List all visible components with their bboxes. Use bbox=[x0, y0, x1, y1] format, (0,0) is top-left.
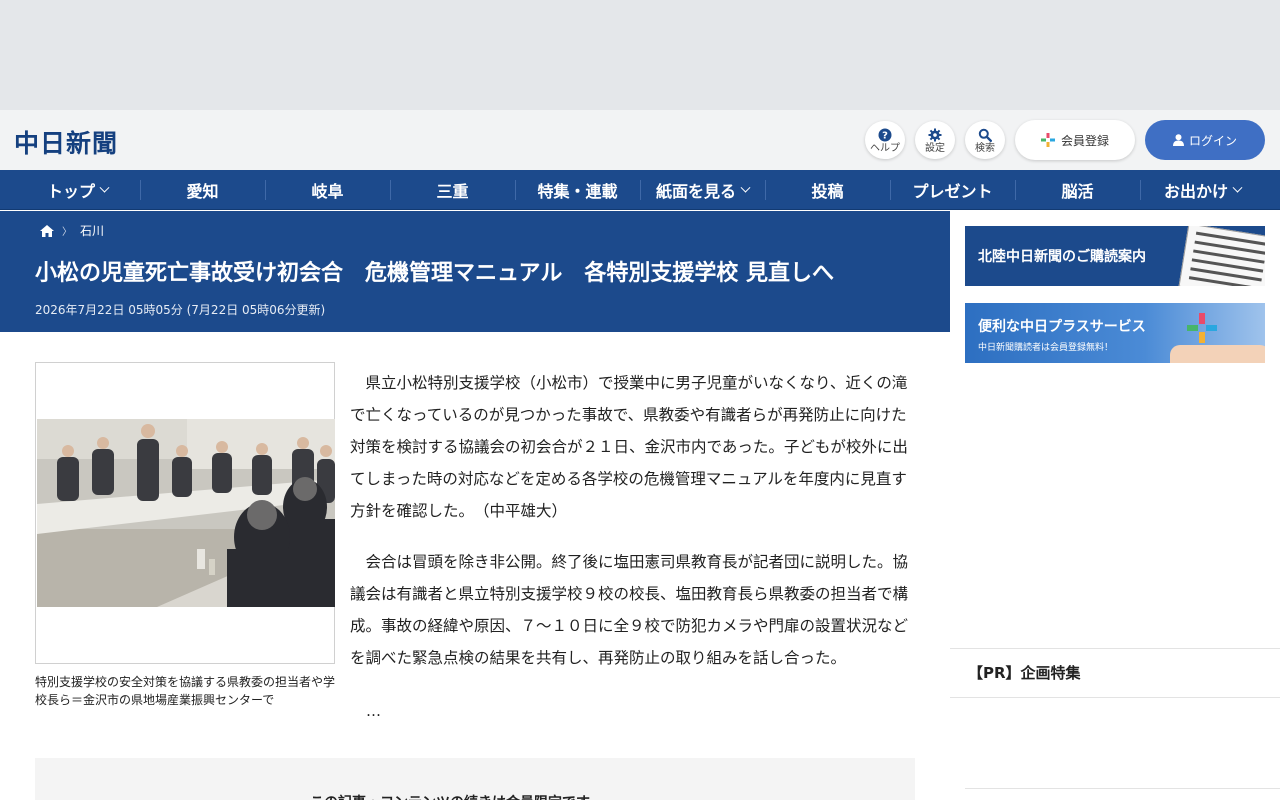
article-body: 県立小松特別支援学校（小松市）で授業中に男子児童がいなくなり、近くの滝で亡くなっ… bbox=[350, 367, 915, 693]
breadcrumb-separator: 〉 bbox=[62, 227, 72, 238]
help-button[interactable]: ? ヘルプ bbox=[865, 121, 905, 159]
article-paragraph: 会合は冒頭を除き非公開。終了後に塩田憲司県教育長が記者団に説明した。協議会は有識… bbox=[350, 553, 909, 667]
global-nav: トップ 愛知 岐阜 三重 特集・連載 紙面を見る 投稿 プレゼント 脳活 お出か… bbox=[0, 170, 1280, 210]
sidebar: 北陸中日新聞のご購読案内 便利な中日プラスサービス 中日新聞購読者は会員登録無料… bbox=[950, 211, 1280, 800]
breadcrumb: 〉 石川 bbox=[40, 222, 104, 239]
nav-item-label: 投稿 bbox=[811, 182, 844, 201]
subscription-banner-text: 北陸中日新聞のご購読案内 bbox=[978, 249, 1146, 265]
nav-item-gifu[interactable]: 岐阜 bbox=[265, 170, 390, 210]
nav-item-label: 特集・連載 bbox=[537, 182, 618, 201]
settings-label: 設定 bbox=[925, 143, 945, 154]
plus-logo-icon bbox=[1040, 133, 1055, 147]
article-title: 小松の児童死亡事故受け初会合 危機管理マニュアル 各特別支援学校 見直しへ bbox=[35, 261, 835, 286]
site-header: 中日新聞 ? ヘルプ 設定 検索 会員登録 ログイン bbox=[0, 110, 1280, 170]
paywall-box: この記事・コンテンツの続きは会員限定です。 bbox=[35, 758, 915, 800]
nav-item-label: 紙面を見る bbox=[655, 182, 736, 201]
article-ellipsis: … bbox=[366, 702, 381, 720]
register-button[interactable]: 会員登録 bbox=[1015, 120, 1135, 160]
home-icon[interactable] bbox=[40, 224, 54, 237]
help-icon: ? bbox=[878, 128, 892, 142]
hand-illustration bbox=[1170, 345, 1265, 363]
paywall-message: この記事・コンテンツの続きは会員限定です。 bbox=[310, 792, 603, 800]
plus-logo-icon bbox=[1187, 313, 1217, 343]
article-photo-frame[interactable] bbox=[35, 362, 335, 664]
nav-item-label: お出かけ bbox=[1163, 182, 1228, 201]
nav-item-aichi[interactable]: 愛知 bbox=[140, 170, 265, 210]
nav-item-label: プレゼント bbox=[912, 182, 993, 201]
nav-item-label: トップ bbox=[46, 182, 95, 201]
divider bbox=[965, 788, 1280, 789]
nav-item-label: 岐阜 bbox=[311, 182, 344, 201]
breadcrumb-current[interactable]: 石川 bbox=[80, 222, 104, 239]
article-photo bbox=[37, 419, 335, 607]
nav-item-present[interactable]: プレゼント bbox=[890, 170, 1015, 210]
site-logo[interactable]: 中日新聞 bbox=[14, 124, 118, 160]
gear-icon bbox=[928, 128, 942, 142]
nav-item-outing[interactable]: お出かけ bbox=[1140, 170, 1265, 210]
nav-item-submit[interactable]: 投稿 bbox=[765, 170, 890, 210]
help-label: ヘルプ bbox=[870, 143, 900, 154]
plus-service-banner[interactable]: 便利な中日プラスサービス 中日新聞購読者は会員登録無料！ bbox=[965, 303, 1265, 363]
chevron-down-icon bbox=[99, 182, 110, 193]
photo-caption: 特別支援学校の安全対策を協議する県教委の担当者や学校長ら＝金沢市の県地場産業振興… bbox=[35, 675, 336, 707]
chevron-down-icon bbox=[740, 182, 751, 193]
nav-item-mie[interactable]: 三重 bbox=[390, 170, 515, 210]
nav-item-label: 三重 bbox=[436, 182, 469, 201]
register-label: 会員登録 bbox=[1060, 133, 1109, 148]
chevron-down-icon bbox=[1232, 182, 1243, 193]
nav-item-label: 愛知 bbox=[186, 182, 219, 201]
search-icon bbox=[978, 128, 992, 142]
newspaper-icon bbox=[1178, 226, 1265, 286]
search-button[interactable]: 検索 bbox=[965, 121, 1005, 159]
subscription-banner[interactable]: 北陸中日新聞のご購読案内 bbox=[965, 226, 1265, 286]
plus-service-subtitle: 中日新聞購読者は会員登録無料！ bbox=[978, 343, 1114, 353]
pr-section-title: 【PR】企画特集 bbox=[968, 664, 1081, 682]
search-label: 検索 bbox=[975, 143, 995, 154]
pr-section: 【PR】企画特集 bbox=[950, 648, 1280, 698]
nav-item-features[interactable]: 特集・連載 bbox=[515, 170, 640, 210]
login-button[interactable]: ログイン bbox=[1145, 120, 1265, 160]
nav-item-brain[interactable]: 脳活 bbox=[1015, 170, 1140, 210]
svg-text:?: ? bbox=[882, 131, 888, 142]
nav-item-label: 脳活 bbox=[1061, 182, 1094, 201]
plus-service-title: 便利な中日プラスサービス bbox=[978, 319, 1146, 335]
settings-button[interactable]: 設定 bbox=[915, 121, 955, 159]
nav-item-top[interactable]: トップ bbox=[15, 170, 140, 210]
nav-item-paper[interactable]: 紙面を見る bbox=[640, 170, 765, 210]
article-header: 〉 石川 小松の児童死亡事故受け初会合 危機管理マニュアル 各特別支援学校 見直… bbox=[0, 211, 950, 332]
article-date: 2026年7月22日 05時05分 (7月22日 05時06分更新) bbox=[35, 303, 326, 317]
user-icon bbox=[1172, 134, 1184, 146]
login-label: ログイン bbox=[1188, 133, 1237, 148]
top-ad-area bbox=[0, 0, 1280, 110]
article-paragraph: 県立小松特別支援学校（小松市）で授業中に男子児童がいなくなり、近くの滝で亡くなっ… bbox=[350, 374, 908, 520]
